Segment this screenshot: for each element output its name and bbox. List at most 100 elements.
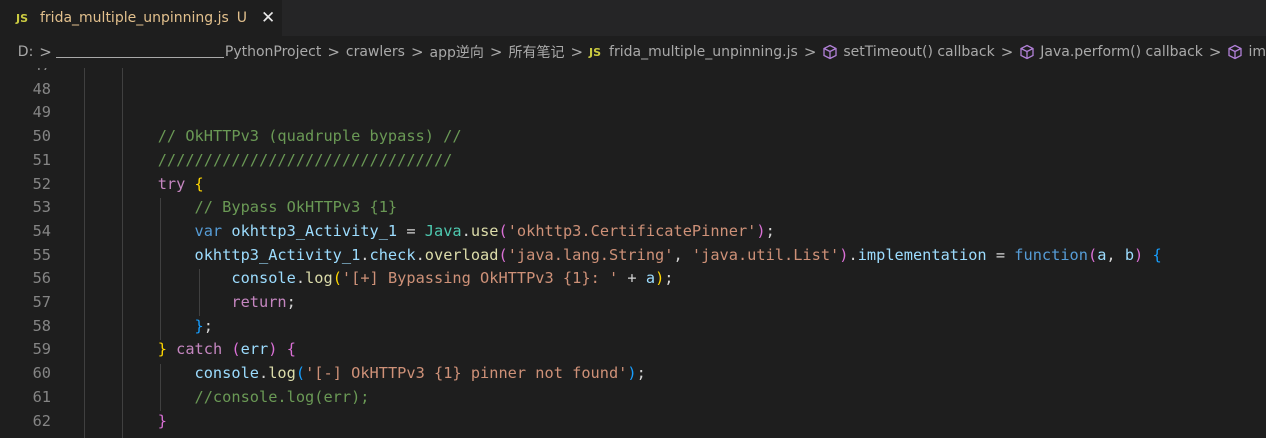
code-token: = [397, 221, 425, 240]
chevron-right-icon: > [803, 43, 817, 61]
breadcrumb-item-label: app逆向 [429, 45, 484, 61]
cube-icon [823, 44, 838, 60]
code-line[interactable]: 62 } [0, 410, 1266, 434]
code-text[interactable]: //console.log(err); [84, 386, 370, 410]
code-line[interactable]: 56 console.log('[+] Bypassing OkHTTPv3 {… [0, 267, 1266, 291]
code-token: ) [627, 364, 637, 383]
breadcrumb-file[interactable]: JS frida_multiple_unpinning.js [589, 44, 798, 60]
code-line[interactable]: 57 return; [0, 291, 1266, 315]
code-token: '[-] OkHTTPv3 {1} pinner not found' [305, 364, 628, 383]
code-text[interactable]: return; [84, 291, 296, 315]
code-editor[interactable]: 4748 49 50 // OkHTTPv3 (quadruple bypass) … [0, 68, 1266, 438]
code-text[interactable]: okhttp3_Activity_1.check.overload('java.… [84, 244, 1162, 268]
line-number: 56 [32, 269, 51, 288]
breadcrumb-item-crawlers[interactable]: crawlers [346, 44, 405, 60]
breadcrumb-item-pythonproject[interactable]: PythonProject [225, 44, 321, 60]
code-text[interactable]: } [84, 410, 167, 434]
code-line[interactable]: 50 // OkHTTPv3 (quadruple bypass) // [0, 125, 1266, 149]
breadcrumb-symbol-implementation[interactable]: im [1227, 44, 1266, 60]
breadcrumb-item-app-reverse[interactable]: app逆向 [430, 42, 484, 62]
chevron-right-icon: > [327, 43, 340, 61]
breadcrumb: D: > PythonProject > crawlers > app逆向 > … [0, 36, 1266, 68]
code-token: ; [203, 316, 213, 335]
breadcrumb-drive[interactable]: D: [18, 44, 34, 60]
code-line[interactable]: 48 [0, 78, 1266, 102]
code-line[interactable]: 59 } catch (err) { [0, 338, 1266, 362]
tab-title[interactable]: frida_multiple_unpinning.js [40, 10, 229, 26]
code-line[interactable]: 54 var okhttp3_Activity_1 = Java.use('ok… [0, 220, 1266, 244]
line-number: 53 [32, 198, 51, 217]
code-line[interactable]: 49 [0, 101, 1266, 125]
breadcrumb-symbol-label: setTimeout() callback [843, 44, 995, 60]
code-token: + [618, 269, 646, 288]
breadcrumb-symbol-java-perform[interactable]: Java.perform() callback [1019, 44, 1203, 60]
tab-frida-multiple-unpinning[interactable]: JS frida_multiple_unpinning.js U ✕ [0, 0, 282, 36]
code-text[interactable]: } catch (err) { [84, 338, 296, 362]
code-token: ( [231, 340, 241, 359]
code-token: overload [424, 245, 499, 264]
code-token: ( [332, 269, 342, 288]
code-text[interactable]: // OkHTTPv3 (quadruple bypass) // [84, 125, 462, 149]
line-number: 60 [32, 364, 51, 383]
breadcrumb-file-label: frida_multiple_unpinning.js [609, 44, 798, 60]
code-line[interactable]: 53 // Bypass OkHTTPv3 {1} [0, 196, 1266, 220]
line-number: 59 [32, 340, 51, 359]
code-line[interactable]: 51 //////////////////////////////// [0, 149, 1266, 173]
redacted-path-underline [55, 46, 224, 58]
code-token: okhttp3_Activity_1 [194, 245, 361, 264]
code-line[interactable]: 61 //console.log(err); [0, 386, 1266, 410]
code-text[interactable]: try { [84, 173, 204, 197]
chevron-right-icon: > [39, 43, 52, 61]
code-line[interactable]: 52 try { [0, 173, 1266, 197]
code-line[interactable]: 55 okhttp3_Activity_1.check.overload('ja… [0, 244, 1266, 268]
breadcrumb-symbol-label: Java.perform() callback [1040, 44, 1203, 60]
code-token: { [1152, 245, 1162, 264]
line-number: 54 [32, 221, 51, 240]
code-token: function [1014, 245, 1088, 264]
code-text[interactable]: //////////////////////////////// [84, 149, 453, 173]
code-text[interactable]: var okhttp3_Activity_1 = Java.use('okhtt… [84, 220, 775, 244]
code-token: var [194, 221, 223, 240]
code-token: try [157, 174, 186, 193]
chevron-right-icon: > [410, 43, 424, 61]
breadcrumb-redacted-folder[interactable] [55, 46, 225, 58]
code-line[interactable]: 47 [0, 68, 1266, 78]
breadcrumb-item-all-notes[interactable]: 所有笔记 [508, 42, 564, 62]
line-number: 50 [32, 127, 51, 146]
code-token: err [240, 340, 269, 359]
code-token: Java [424, 221, 462, 240]
code-line[interactable]: 58 }; [0, 315, 1266, 339]
line-number: 52 [32, 174, 51, 193]
line-number: 58 [32, 316, 51, 335]
code-token: log [268, 364, 296, 383]
code-token: { [194, 174, 204, 193]
code-token: ; [636, 364, 646, 383]
code-token: catch [176, 340, 223, 359]
code-token: } [157, 411, 167, 430]
code-text[interactable]: // Bypass OkHTTPv3 {1} [84, 196, 398, 220]
close-icon[interactable]: ✕ [261, 9, 275, 27]
code-text[interactable]: console.log('[-] OkHTTPv3 {1} pinner not… [84, 362, 646, 386]
code-text[interactable]: console.log('[+] Bypassing OkHTTPv3 {1}:… [84, 267, 674, 291]
untracked-status-badge: U [236, 10, 248, 26]
code-token: console [194, 364, 259, 383]
breadcrumb-item-label: crawlers [345, 44, 405, 60]
breadcrumb-symbol-settimeout[interactable]: setTimeout() callback [822, 44, 995, 60]
code-token: ; [286, 293, 296, 311]
breadcrumb-item-label: PythonProject [224, 44, 322, 60]
code-token: 'java.util.List' [691, 245, 840, 264]
code-line[interactable]: 60 console.log('[-] OkHTTPv3 {1} pinner … [0, 362, 1266, 386]
code-token: ; [664, 269, 674, 288]
code-text[interactable]: }; [84, 315, 213, 339]
code-token: ) [756, 221, 766, 240]
